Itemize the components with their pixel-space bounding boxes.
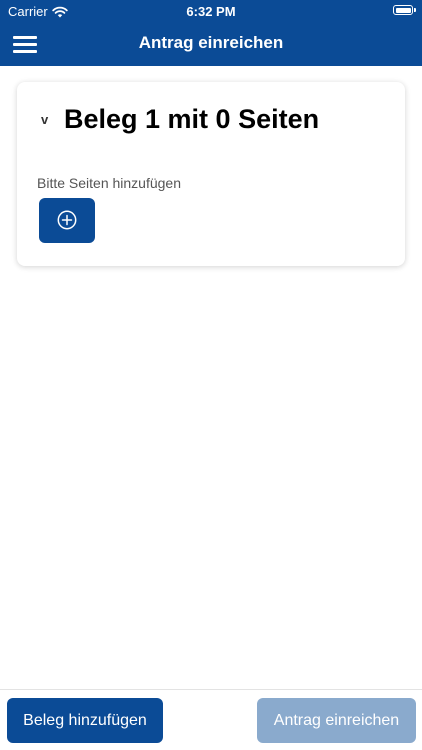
add-receipt-button[interactable]: Beleg hinzufügen [7,698,163,743]
plus-circle-icon [57,210,77,230]
receipt-title: Beleg 1 mit 0 Seiten [64,104,320,134]
receipt-card: v Beleg 1 mit 0 Seiten Bitte Seiten hinz… [17,82,405,266]
status-time: 6:32 PM [186,4,236,19]
add-page-button[interactable] [39,198,95,243]
page-title: Antrag einreichen [138,33,284,52]
status-bar: Carrier 6:32 PM [0,0,422,22]
nav-bar: Antrag einreichen [0,22,422,66]
collapse-chevron-icon[interactable]: v [41,112,48,127]
add-pages-hint: Bitte Seiten hinzufügen [37,175,181,191]
bottom-action-bar: Beleg hinzufügen Antrag einreichen [0,689,422,750]
top-bar: Carrier 6:32 PM Antrag einreichen [0,0,422,66]
submit-application-button[interactable]: Antrag einreichen [257,698,416,743]
battery-icon [393,5,416,15]
